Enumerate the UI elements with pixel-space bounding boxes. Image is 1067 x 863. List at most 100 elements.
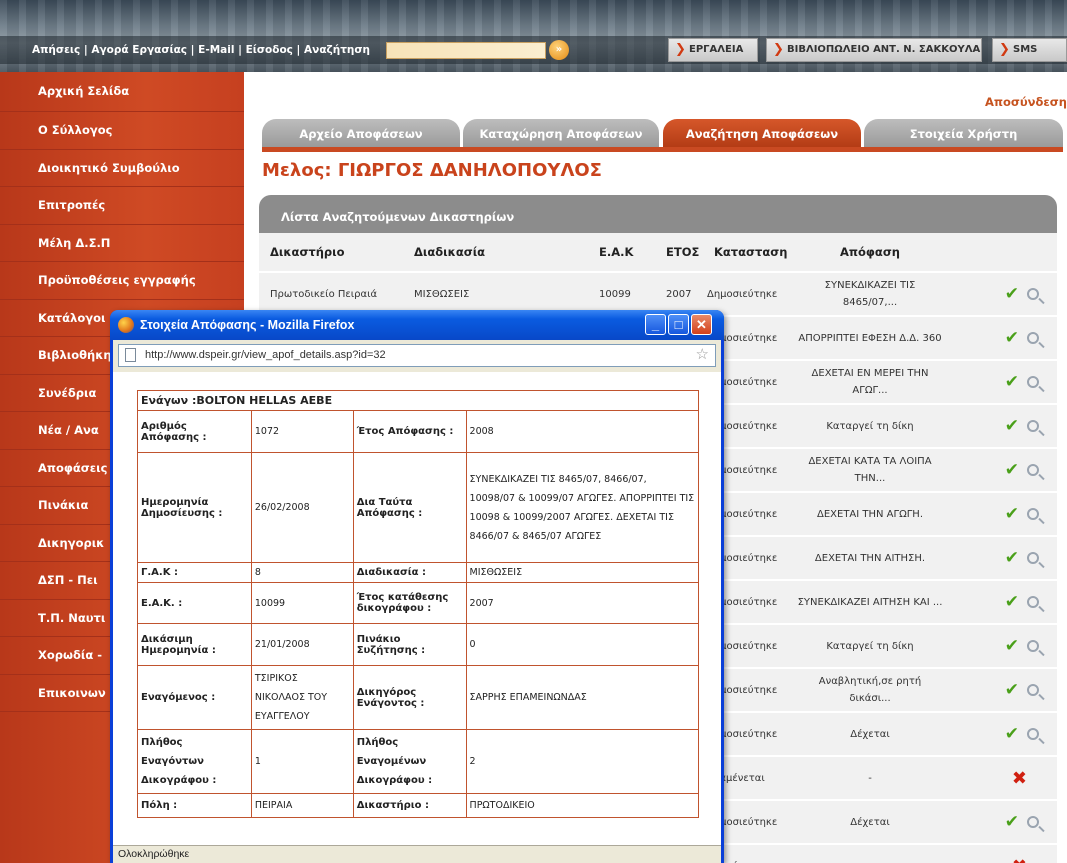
- library-button[interactable]: ❯ ΒΙΒΛΙΟΠΩΛΕΙΟ ΑΝΤ. Ν. ΣΑΚΚΟΥΛΑ: [766, 38, 982, 62]
- chevron-right-icon: ❯: [675, 42, 686, 57]
- field-label: Αριθμός Απόφασης :: [137, 410, 252, 453]
- decision-cell: ΔΕΧΕΤΑΙ ΕΝ ΜΕΡΕΙ ΤΗΝ ΑΓΩΓ...: [789, 359, 951, 404]
- popup-content: Ενάγων :BOLTON HELLAS ΑΕΒΕ Αριθμός Απόφα…: [113, 372, 721, 845]
- check-icon[interactable]: ✔: [1005, 460, 1019, 480]
- decision-cell: -: [789, 755, 951, 800]
- check-icon[interactable]: ✔: [1005, 724, 1019, 744]
- sidebar-item-board[interactable]: Διοικητικό Συμβούλιο: [0, 150, 244, 187]
- check-icon[interactable]: ✔: [1005, 812, 1019, 832]
- tab-decisions-search[interactable]: Αναζήτηση Αποφάσεων: [663, 119, 861, 147]
- field-label: Δικάσιμη Ημερομηνία :: [137, 623, 252, 666]
- field-value: 2: [465, 729, 700, 794]
- check-icon[interactable]: ✔: [1005, 416, 1019, 436]
- magnifier-icon[interactable]: [1027, 332, 1039, 344]
- field-label: Πόλη :: [137, 793, 252, 818]
- field-value: ΤΣΙΡΙΚΟΣ ΝΙΚΟΛΑΟΣ ΤΟΥ ΕΥΑΓΓΕΛΟΥ: [250, 665, 354, 730]
- check-icon[interactable]: ✔: [1005, 372, 1019, 392]
- magnifier-icon[interactable]: [1027, 596, 1039, 608]
- star-icon[interactable]: ☆: [696, 344, 709, 365]
- cross-icon: ✖: [1012, 856, 1027, 863]
- check-icon[interactable]: ✔: [1005, 548, 1019, 568]
- magnifier-icon[interactable]: [1027, 640, 1039, 652]
- check-icon[interactable]: ✔: [1005, 504, 1019, 524]
- check-icon[interactable]: ✔: [1005, 328, 1019, 348]
- tab-decisions-entry[interactable]: Καταχώρηση Αποφάσεων: [463, 119, 659, 147]
- decision-cell: Αναβλητική,σε ρητή δικάσι...: [789, 667, 951, 712]
- magnifier-icon[interactable]: [1027, 552, 1039, 564]
- sidebar-item-association[interactable]: Ο Σύλλογος: [0, 112, 244, 150]
- field-value: ΣΥΝΕΚΔΙΚΑΖΕΙ ΤΙΣ 8465/07, 8466/07, 10098…: [465, 452, 700, 563]
- maximize-button[interactable]: □: [668, 314, 689, 335]
- magnifier-icon[interactable]: [1027, 420, 1039, 432]
- top-nav-links[interactable]: Απήσεις | Αγορά Εργασίας | E-Mail | Είσο…: [32, 44, 370, 56]
- actions-cell: ✔: [951, 447, 1057, 492]
- field-value: 8: [250, 562, 354, 583]
- magnifier-icon[interactable]: [1027, 728, 1039, 740]
- field-value: 0: [465, 623, 700, 666]
- table-row: Εναγόμενος : ΤΣΙΡΙΚΟΣ ΝΙΚΟΛΑΟΣ ΤΟΥ ΕΥΑΓΓ…: [137, 665, 700, 730]
- actions-cell: ✔: [951, 359, 1057, 404]
- popup-titlebar[interactable]: Στοιχεία Απόφασης - Mozilla Firefox: [110, 310, 724, 340]
- field-value: 1: [250, 729, 354, 794]
- sidebar-item-registration[interactable]: Προϋποθέσεις εγγραφής: [0, 262, 244, 300]
- popup-body: http://www.dspeir.gr/view_apof_details.a…: [113, 340, 721, 863]
- close-button[interactable]: ✕: [691, 314, 712, 335]
- column-header: Διαδικασία: [403, 233, 588, 273]
- decision-cell: ΑΠΟΡΡΙΠΤΕΙ ΕΦΕΣΗ Δ.Δ. 360: [789, 315, 951, 360]
- url-bar[interactable]: http://www.dspeir.gr/view_apof_details.a…: [118, 344, 716, 367]
- check-icon[interactable]: ✔: [1005, 592, 1019, 612]
- field-value: ΣΑΡΡΗΣ ΕΠΑΜΕΙΝΩΝΔΑΣ: [465, 665, 700, 730]
- magnifier-icon[interactable]: [1027, 376, 1039, 388]
- field-label: Έτος κατάθεσης δικογράφου :: [352, 582, 467, 624]
- search-go-button[interactable]: »: [549, 40, 569, 60]
- magnifier-icon[interactable]: [1027, 816, 1039, 828]
- tab-decisions-archive[interactable]: Αρχείο Αποφάσεων: [262, 119, 460, 147]
- field-value: 10099: [250, 582, 354, 624]
- tools-button[interactable]: ❯ ΕΡΓΑΛΕΙΑ: [668, 38, 758, 62]
- firefox-popup-window[interactable]: Στοιχεία Απόφασης - Mozilla Firefox _ □ …: [110, 310, 724, 863]
- minimize-button[interactable]: _: [645, 314, 666, 335]
- sidebar-item-home[interactable]: Αρχική Σελίδα: [0, 72, 244, 112]
- check-icon[interactable]: ✔: [1005, 636, 1019, 656]
- check-icon[interactable]: ✔: [1005, 284, 1019, 304]
- sms-button[interactable]: ❯ SMS: [992, 38, 1067, 62]
- search-input[interactable]: [386, 42, 546, 59]
- decision-cell: ΣΥΝΕΚΔΙΚΑΖΕΙ ΑΙΤΗΣΗ ΚΑΙ ...: [789, 579, 951, 624]
- column-header: Κατασταση: [703, 233, 789, 273]
- field-label: Δια Ταύτα Απόφασης :: [352, 452, 467, 563]
- field-label: Πλήθος Εναγόντων Δικογράφου :: [137, 729, 252, 794]
- actions-cell: ✔: [951, 535, 1057, 580]
- decision-cell: ΔΕΧΕΤΑΙ ΚΑΤΑ ΤΑ ΛΟΙΠΑ ΤΗΝ...: [789, 447, 951, 492]
- actions-cell: ✔: [951, 799, 1057, 844]
- field-value: 21/01/2008: [250, 623, 354, 666]
- tools-label: ΕΡΓΑΛΕΙΑ: [689, 44, 744, 55]
- field-value: ΠΕΙΡΑΙΑ: [250, 793, 354, 818]
- magnifier-icon[interactable]: [1027, 508, 1039, 520]
- tab-user-details[interactable]: Στοιχεία Χρήστη: [864, 119, 1063, 147]
- sidebar-item-members[interactable]: Μέλη Δ.Σ.Π: [0, 225, 244, 262]
- magnifier-icon[interactable]: [1027, 288, 1039, 300]
- magnifier-icon[interactable]: [1027, 464, 1039, 476]
- cross-icon: ✖: [1011, 767, 1027, 789]
- plaintiff-header: Ενάγων :BOLTON HELLAS ΑΕΒΕ: [137, 390, 699, 411]
- actions-cell: ✔: [951, 667, 1057, 712]
- column-header: ΕΤΟΣ: [655, 233, 703, 273]
- column-header: Δικαστήριο: [259, 233, 403, 273]
- decision-cell: ΔΕΧΕΤΑΙ ΤΗΝ ΑΙΤΗΣΗ.: [789, 535, 951, 580]
- sidebar-item-committees[interactable]: Επιτροπές: [0, 187, 244, 225]
- status-bar: Ολοκληρώθηκε: [113, 845, 721, 863]
- table-row: Πόλη : ΠΕΙΡΑΙΑ Δικαστήριο : ΠΡΩΤΟΔΙΚΕΙΟ: [137, 793, 700, 818]
- field-label: Δικηγόρος Ενάγοντος :: [352, 665, 467, 730]
- table-row: Ε.Α.Κ. : 10099 Έτος κατάθεσης δικογράφου…: [137, 582, 700, 624]
- decision-cell: ΔΕΧΕΤΑΙ ΤΗΝ ΑΓΩΓΗ.: [789, 491, 951, 536]
- field-value: 2008: [465, 410, 700, 453]
- decision-cell: Δέχεται: [789, 711, 951, 756]
- check-icon[interactable]: ✔: [1005, 680, 1019, 700]
- field-label: Δικαστήριο :: [352, 793, 467, 818]
- actions-cell: ✔: [951, 579, 1057, 624]
- magnifier-icon[interactable]: [1027, 684, 1039, 696]
- logout-link[interactable]: Αποσύνδεση: [985, 95, 1067, 109]
- field-value: ΜΙΣΘΩΣΕΙΣ: [465, 562, 700, 583]
- field-label: Ε.Α.Κ. :: [137, 582, 252, 624]
- table-row: Ημερομηνία Δημοσίευσης : 26/02/2008 Δια …: [137, 452, 700, 563]
